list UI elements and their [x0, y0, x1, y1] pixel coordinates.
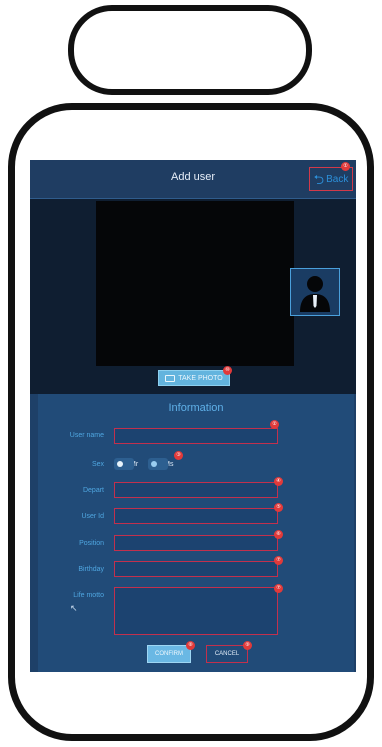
label-life-motto: Life motto	[73, 592, 104, 599]
user-id-input[interactable]	[114, 508, 278, 524]
user-name-input[interactable]	[114, 428, 278, 444]
radio-dot-icon	[117, 461, 123, 467]
camera-preview	[96, 201, 294, 366]
page-title: Add user	[170, 171, 216, 183]
camera-icon	[165, 374, 176, 382]
label-depart: Depart	[82, 487, 104, 494]
life-motto-input[interactable]	[114, 587, 278, 635]
cancel-button[interactable]: CANCEL	[206, 645, 248, 663]
sex-option-ms[interactable]	[148, 458, 169, 470]
back-arrow-icon: ⮌	[313, 171, 325, 187]
depart-input[interactable]	[114, 482, 278, 498]
confirm-button[interactable]: CONFIRM	[147, 645, 191, 663]
position-input[interactable]	[114, 535, 278, 551]
information-title: Information	[168, 402, 224, 414]
life-motto-badge: ⑦	[274, 584, 283, 593]
take-photo-button[interactable]: TAKE PHOTO	[158, 370, 230, 386]
label-user-name: User name	[69, 432, 104, 439]
label-position: Position	[79, 540, 104, 547]
user-photo-box[interactable]	[290, 268, 340, 316]
cancel-badge: ⑨	[243, 641, 252, 650]
back-badge: ①	[341, 162, 350, 171]
sex-radio-group: Mr Ms	[114, 456, 180, 472]
depart-badge: ④	[274, 477, 283, 486]
position-badge: ⑥	[274, 530, 283, 539]
pointer-icon: ↖	[70, 603, 78, 613]
birthday-badge: ⑦	[274, 556, 283, 565]
user-name-badge: ②	[270, 420, 279, 429]
take-photo-label: TAKE PHOTO	[178, 374, 223, 382]
confirm-badge: ⑧	[186, 641, 195, 650]
user-avatar-icon	[300, 276, 330, 312]
take-photo-badge: ⑩	[223, 366, 232, 375]
sex-option-mr[interactable]	[114, 458, 134, 470]
user-id-badge: ⑤	[274, 503, 283, 512]
label-sex: Sex	[91, 461, 104, 468]
back-button-label: Back	[326, 173, 349, 185]
sex-badge: ③	[174, 451, 183, 460]
device-cap	[68, 5, 312, 95]
label-birthday: Birthday	[78, 566, 104, 573]
label-user-id: User Id	[81, 513, 104, 520]
title-bar: Add user ⮌ Back	[30, 160, 356, 199]
birthday-input[interactable]	[114, 561, 278, 577]
radio-dot-icon	[151, 461, 158, 467]
